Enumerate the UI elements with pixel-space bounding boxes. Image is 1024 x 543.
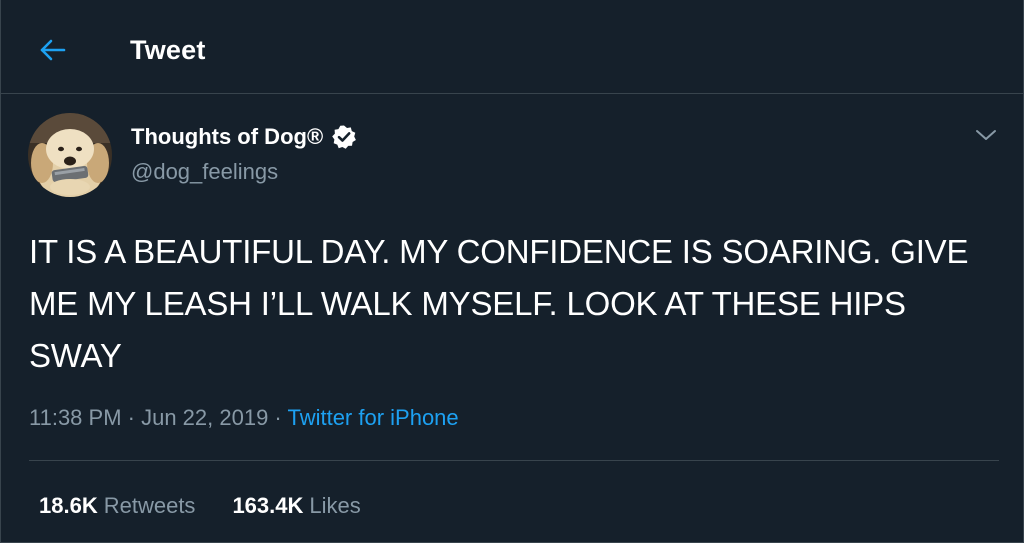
likes-label: Likes (309, 493, 361, 518)
tweet-source-link[interactable]: Twitter for iPhone (287, 405, 458, 430)
author-handle[interactable]: @dog_feelings (131, 158, 278, 186)
header-bar: Tweet (1, 0, 1023, 94)
retweets-label: Retweets (103, 493, 196, 518)
author-name-row[interactable]: Thoughts of Dog® (131, 122, 357, 152)
verified-badge-icon (331, 124, 357, 150)
tweet-page: Tweet Thoughts of Dog® @dog_feelings IT … (0, 0, 1024, 543)
divider (29, 460, 999, 461)
chevron-down-icon (976, 130, 996, 140)
likes-stat[interactable]: 163.4K Likes (232, 491, 360, 521)
retweets-stat[interactable]: 18.6K Retweets (39, 491, 195, 521)
likes-count: 163.4K (232, 493, 304, 518)
arrow-left-icon (40, 39, 66, 61)
tweet-text: IT IS A BEAUTIFUL DAY. MY CONFIDENCE IS … (29, 233, 969, 374)
dog-avatar-image (28, 113, 112, 197)
page-title: Tweet (130, 35, 206, 65)
meta-separator: · (268, 405, 288, 430)
tweet-meta: 11:38 PM · Jun 22, 2019 · Twitter for iP… (29, 403, 459, 433)
engagement-stats: 18.6K Retweets 163.4K Likes (39, 491, 361, 521)
back-button[interactable] (31, 28, 75, 72)
more-options-button[interactable] (969, 118, 1003, 152)
author-display-name: Thoughts of Dog® (131, 124, 324, 149)
retweets-count: 18.6K (39, 493, 98, 518)
avatar[interactable] (28, 113, 112, 197)
tweet-timestamp[interactable]: 11:38 PM · Jun 22, 2019 (29, 405, 268, 430)
